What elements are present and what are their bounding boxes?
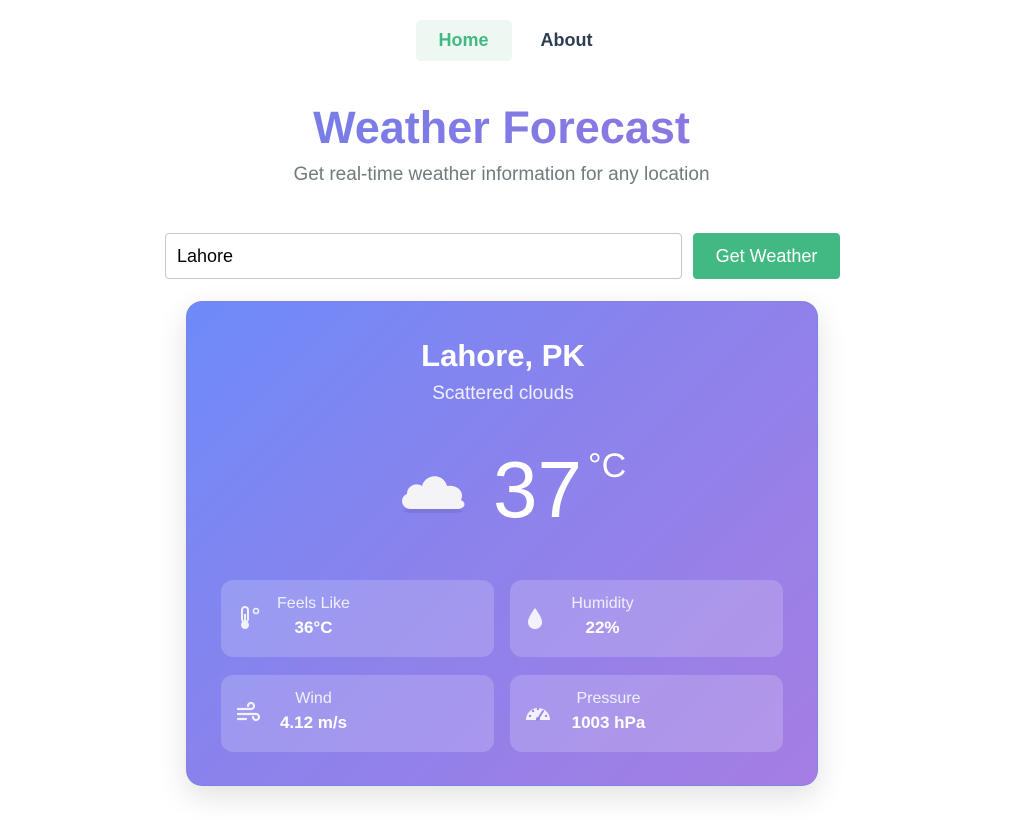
stat-text: Humidity 22% [550,595,655,638]
nav-about-link[interactable]: About [518,20,616,61]
weather-app: Home About Weather Forecast Get real-tim… [0,0,1031,820]
droplet-icon [528,608,542,629]
stat-text: Wind 4.12 m/s [261,690,366,733]
wind-icon [236,701,261,722]
stat-label: Pressure [576,690,641,707]
stat-label: Wind [295,690,332,707]
city-search-input[interactable] [165,233,682,279]
temperature-value: 37 [493,445,582,534]
stat-text: Pressure 1003 hPa [556,690,661,733]
stat-feels-like: Feels Like 36°C [221,580,494,657]
weather-description: Scattered clouds [432,383,574,404]
stat-pressure: Pressure 1003 hPa [510,675,783,752]
stat-value: 4.12 m/s [279,713,348,732]
stat-humidity: Humidity 22% [510,580,783,657]
stat-value: 22% [585,618,620,637]
stat-text: Feels Like 36°C [261,595,366,638]
cloud-icon [402,476,465,513]
page-title: Weather Forecast [0,102,1003,154]
stat-wind: Wind 4.12 m/s [221,675,494,752]
gauge-icon [526,707,550,721]
location-name: Lahore, PK [421,338,585,373]
weather-card: Lahore, PK Scattered clouds 37 °C Feels … [186,301,818,786]
main-nav: Home About [0,20,1031,61]
nav-home-link[interactable]: Home [415,20,512,61]
stat-value: 1003 hPa [571,713,646,732]
page-subtitle: Get real-time weather information for an… [293,164,710,185]
get-weather-button[interactable]: Get Weather [693,233,840,279]
temperature-unit: °C [588,447,627,485]
stat-value: 36°C [294,618,333,637]
stat-label: Feels Like [277,595,350,612]
stat-label: Humidity [571,595,634,612]
thermometer-icon [241,606,260,629]
